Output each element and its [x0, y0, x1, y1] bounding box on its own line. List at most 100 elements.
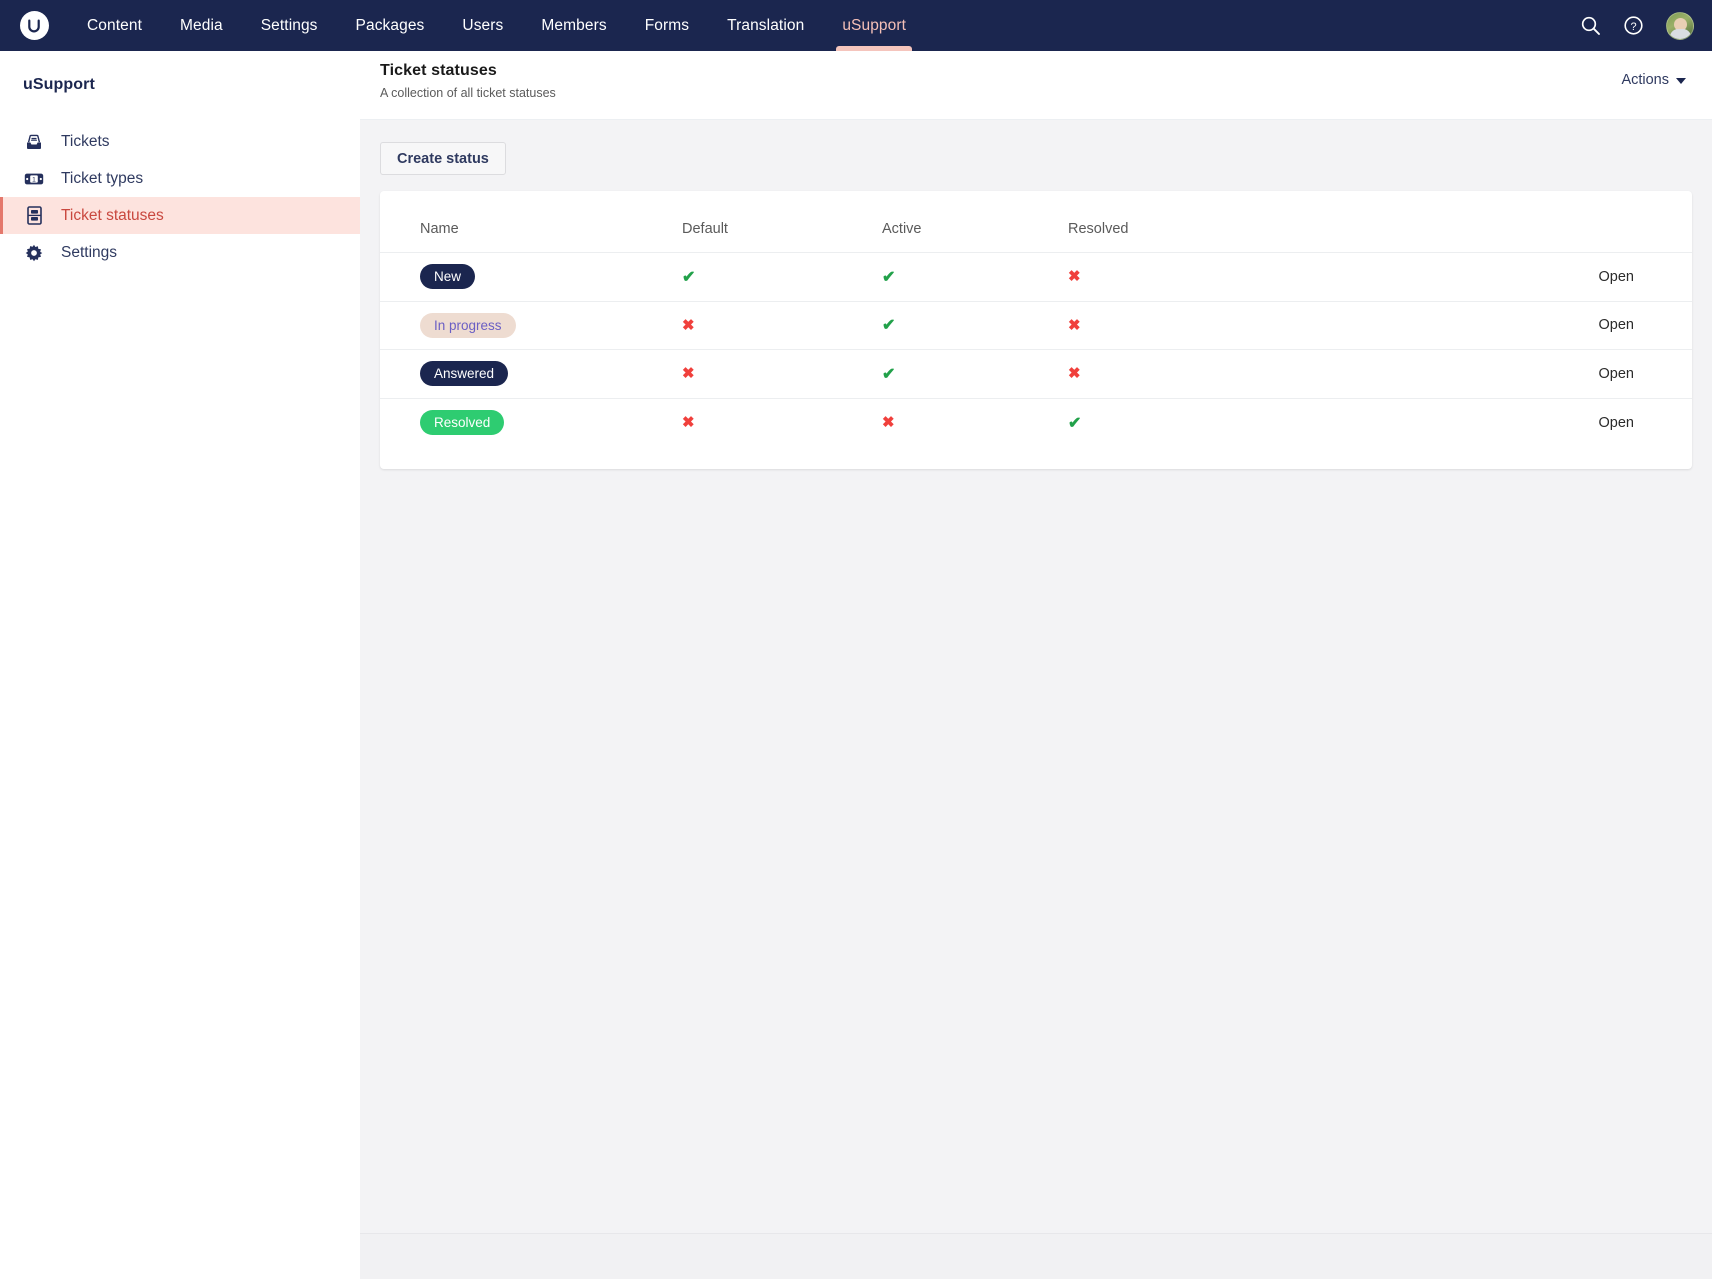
sidebar-item-label: Settings	[61, 244, 117, 262]
check-icon: ✔	[882, 315, 895, 335]
footer-bar	[360, 1233, 1712, 1279]
sidebar-item-label: Tickets	[61, 133, 110, 151]
open-link[interactable]: Open	[1599, 317, 1634, 333]
cell-resolved: ✖	[1068, 301, 1308, 350]
umbraco-logo[interactable]	[0, 0, 68, 51]
status-badge: In progress	[420, 313, 516, 338]
nav-item-users[interactable]: Users	[443, 0, 522, 51]
table-body: New ✔ ✔ ✖ Open	[380, 253, 1692, 447]
nav-label: uSupport	[842, 17, 906, 35]
svg-text:?: ?	[1630, 21, 1636, 33]
nav-label: Translation	[727, 17, 804, 35]
open-link[interactable]: Open	[1599, 415, 1634, 431]
nav-item-members[interactable]: Members	[522, 0, 625, 51]
nav-label: Content	[87, 17, 142, 35]
cell-resolved: ✖	[1068, 350, 1308, 399]
check-icon: ✔	[682, 267, 695, 287]
nav-item-packages[interactable]: Packages	[337, 0, 444, 51]
nav-item-translation[interactable]: Translation	[708, 0, 823, 51]
ticket-statuses-card: Name Default Active Resolved New ✔	[380, 191, 1692, 469]
sidebar-menu: Tickets 1 Ticket types	[0, 123, 360, 271]
ticket-icon: 1	[23, 172, 45, 186]
actions-dropdown[interactable]: Actions	[1621, 72, 1686, 88]
check-icon: ✔	[882, 267, 895, 287]
page-header: Ticket statuses A collection of all tick…	[360, 51, 1712, 120]
status-badge: Resolved	[420, 410, 504, 435]
sidebar-title: uSupport	[0, 51, 360, 94]
table-header-row: Name Default Active Resolved	[380, 209, 1692, 253]
avatar[interactable]	[1666, 12, 1694, 40]
open-link[interactable]: Open	[1599, 269, 1634, 285]
sidebar-item-settings[interactable]: Settings	[0, 234, 360, 271]
column-header-default: Default	[682, 209, 882, 253]
nav-label: Media	[180, 17, 223, 35]
cross-icon: ✖	[1068, 364, 1081, 382]
page-subtitle: A collection of all ticket statuses	[380, 86, 556, 100]
main-content: Create status Name Default Active Resolv…	[360, 120, 1712, 1233]
gear-icon	[23, 244, 45, 262]
inbox-tray-icon	[23, 133, 45, 151]
cell-resolved: ✔	[1068, 398, 1308, 447]
cross-icon: ✖	[682, 413, 695, 431]
help-circle-icon[interactable]: ?	[1623, 15, 1644, 36]
nav-item-content[interactable]: Content	[68, 0, 161, 51]
nav-item-media[interactable]: Media	[161, 0, 242, 51]
cell-default: ✔	[682, 253, 882, 302]
sidebar-item-label: Ticket types	[61, 170, 143, 188]
create-status-label: Create status	[397, 151, 489, 167]
cell-active: ✔	[882, 301, 1068, 350]
nav-label: Packages	[356, 17, 425, 35]
search-icon[interactable]	[1580, 15, 1601, 36]
cell-name: In progress	[380, 301, 682, 350]
ticket-statuses-table: Name Default Active Resolved New ✔	[380, 209, 1692, 447]
open-link[interactable]: Open	[1599, 366, 1634, 382]
cross-icon: ✖	[682, 364, 695, 382]
cell-name: Resolved	[380, 398, 682, 447]
cell-actions: Open	[1308, 350, 1692, 399]
cell-default: ✖	[682, 301, 882, 350]
table-row: New ✔ ✔ ✖ Open	[380, 253, 1692, 302]
cell-active: ✔	[882, 350, 1068, 399]
create-status-button[interactable]: Create status	[380, 142, 506, 175]
nav-item-forms[interactable]: Forms	[626, 0, 708, 51]
top-navigation-bar: Content Media Settings Packages Users Me…	[0, 0, 1712, 51]
cross-icon: ✖	[1068, 316, 1081, 334]
sidebar-item-label: Ticket statuses	[61, 207, 164, 225]
table-row: Answered ✖ ✔ ✖ Open	[380, 350, 1692, 399]
cell-active: ✔	[882, 253, 1068, 302]
nav-label: Settings	[261, 17, 318, 35]
check-icon: ✔	[1068, 413, 1081, 433]
cross-icon: ✖	[682, 316, 695, 334]
status-badge: New	[420, 264, 475, 289]
nav-item-settings[interactable]: Settings	[242, 0, 337, 51]
sidebar-item-ticket-types[interactable]: 1 Ticket types	[0, 160, 360, 197]
top-nav-actions: ?	[1580, 0, 1712, 51]
nav-label: Forms	[645, 17, 689, 35]
column-header-resolved: Resolved	[1068, 209, 1308, 253]
sidebar: uSupport Tickets 1	[0, 51, 360, 1279]
cell-name: New	[380, 253, 682, 302]
sidebar-item-ticket-statuses[interactable]: Ticket statuses	[0, 197, 360, 234]
nav-label: Members	[541, 17, 606, 35]
nav-label: Users	[462, 17, 503, 35]
column-header-name: Name	[380, 209, 682, 253]
sidebar-item-tickets[interactable]: Tickets	[0, 123, 360, 160]
chevron-down-icon	[1676, 78, 1686, 84]
cell-actions: Open	[1308, 301, 1692, 350]
table-header: Name Default Active Resolved	[380, 209, 1692, 253]
column-header-active: Active	[882, 209, 1068, 253]
cell-default: ✖	[682, 350, 882, 399]
status-badge: Answered	[420, 361, 508, 386]
list-box-icon	[23, 206, 45, 225]
cross-icon: ✖	[882, 413, 895, 431]
nav-item-usupport[interactable]: uSupport	[823, 0, 925, 51]
cell-active: ✖	[882, 398, 1068, 447]
page-title: Ticket statuses	[380, 62, 497, 80]
table-row: In progress ✖ ✔ ✖ Open	[380, 301, 1692, 350]
cell-actions: Open	[1308, 398, 1692, 447]
cell-resolved: ✖	[1068, 253, 1308, 302]
check-icon: ✔	[882, 364, 895, 384]
cell-name: Answered	[380, 350, 682, 399]
cell-actions: Open	[1308, 253, 1692, 302]
svg-text:1: 1	[32, 176, 36, 183]
